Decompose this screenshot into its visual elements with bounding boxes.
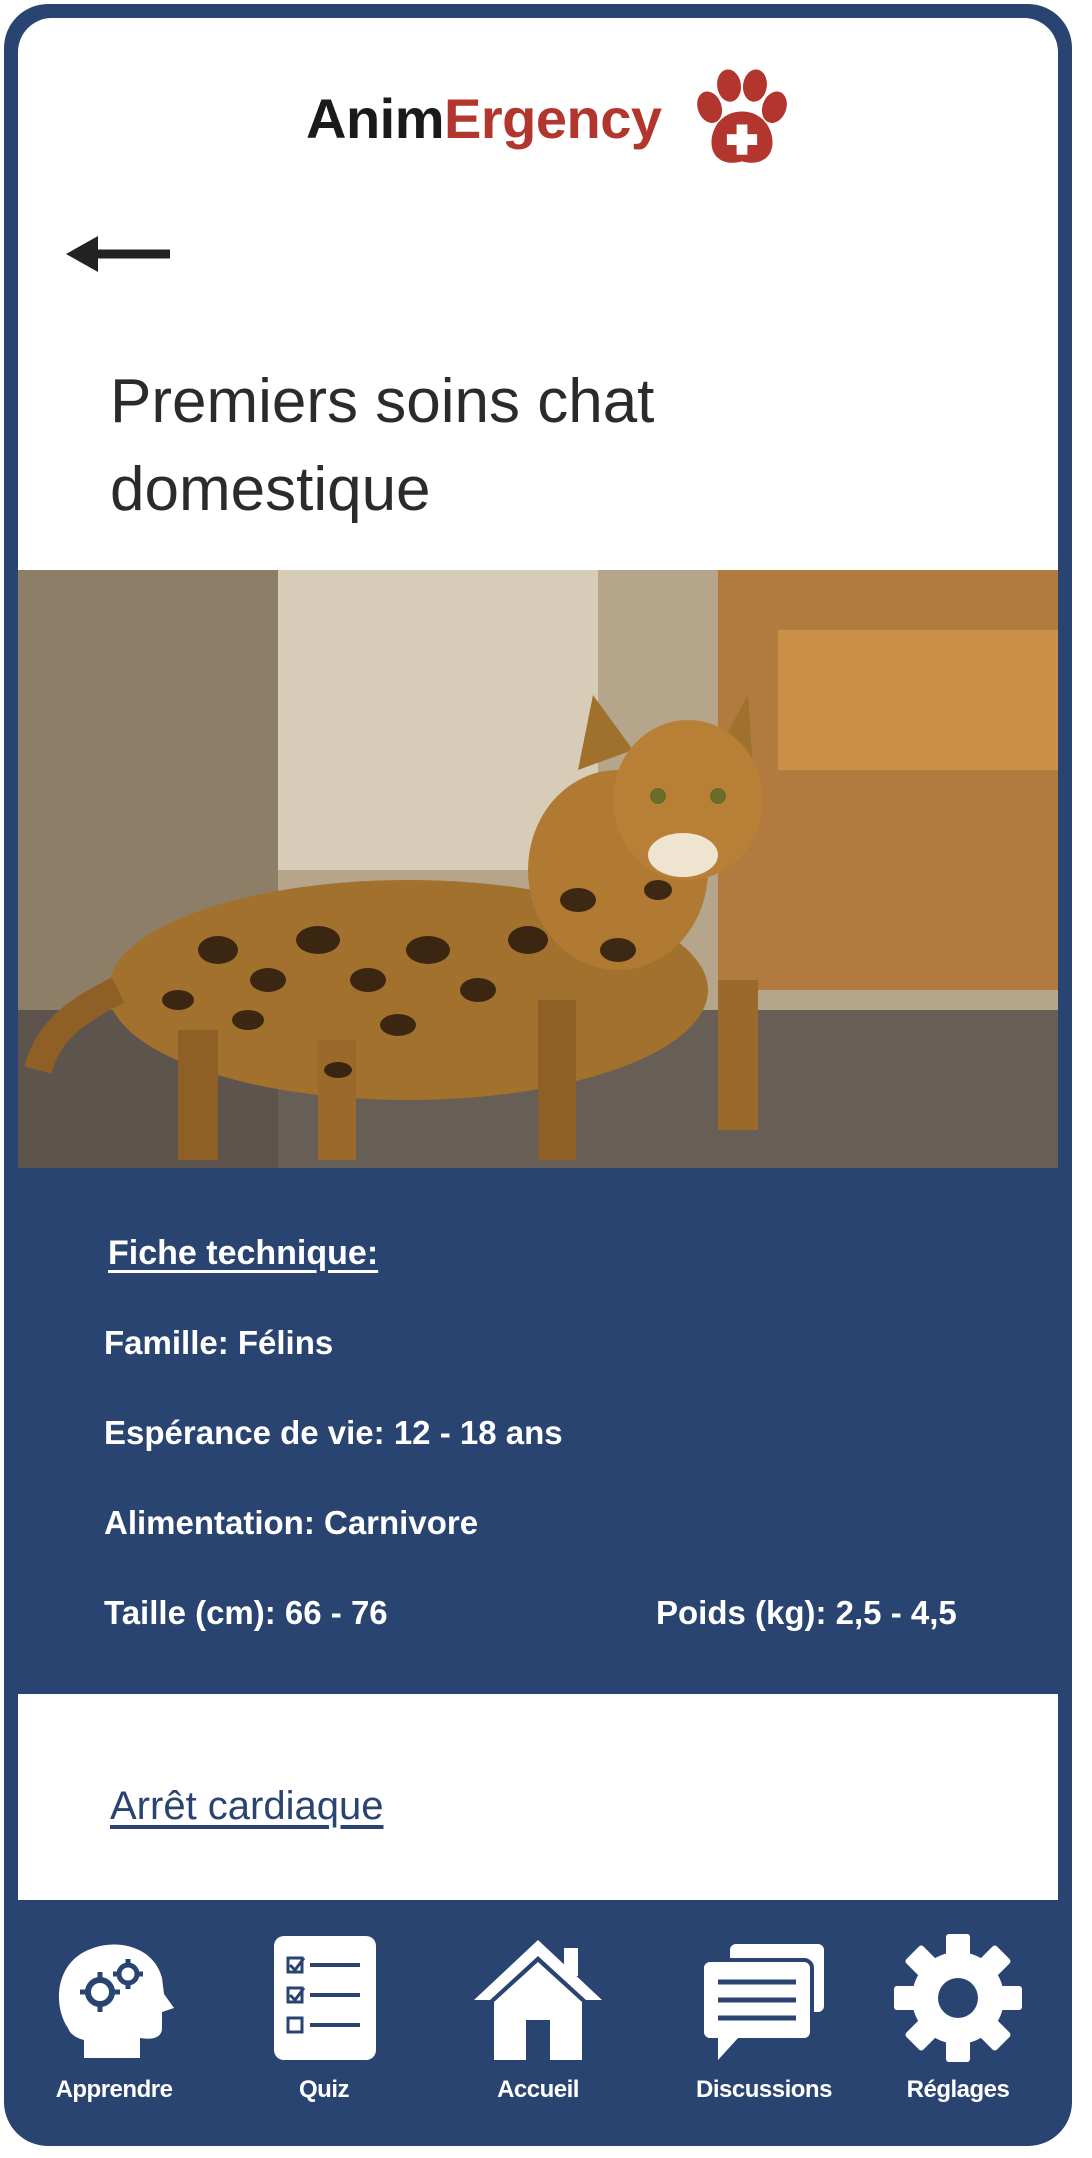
paw-cross-icon (696, 69, 787, 163)
nav-accueil[interactable]: Accueil (448, 1928, 628, 2104)
sheet-title: Fiche technique: (108, 1234, 379, 1272)
page-title: Premiers soins chat domestique (110, 367, 655, 524)
nav-accueil-label: Accueil (497, 2076, 579, 2103)
sheet-esperance: Espérance de vie: 12 - 18 ans (104, 1414, 563, 1451)
nav-reglages[interactable]: Réglages (868, 1928, 1048, 2104)
nav-quiz-label: Quiz (299, 2076, 350, 2103)
sheet-alimentation: Alimentation: Carnivore (104, 1504, 479, 1541)
brand-logo: AnimErgency (306, 58, 796, 178)
bottom-nav: Apprendre Quiz Accueil Discussions Régla… (18, 1900, 1058, 2146)
brand-name: AnimErgency (306, 86, 662, 150)
hero-cat-image (18, 570, 1058, 1168)
sheet-taille: Taille (cm): 66 - 76 (104, 1594, 388, 1631)
app-frame: AnimErgency Premiers soins chat domestiq… (4, 4, 1072, 2146)
arret-cardiaque-link[interactable]: Arrêt cardiaque (110, 1784, 383, 1829)
sheet-famille: Famille: Félins (104, 1324, 334, 1361)
nav-apprendre-label: Apprendre (55, 2076, 173, 2103)
brain-gears-icon (58, 1944, 174, 2058)
arrow-left-icon[interactable] (64, 224, 174, 284)
home-icon (474, 1940, 602, 2060)
gear-icon (894, 1934, 1022, 2062)
nav-quiz[interactable]: Quiz (234, 1928, 414, 2104)
nav-reglages-label: Réglages (906, 2076, 1010, 2103)
sheet-poids: Poids (kg): 2,5 - 4,5 (656, 1594, 957, 1631)
checklist-icon (274, 1936, 376, 2060)
header: AnimErgency Premiers soins chat domestiq… (18, 18, 1058, 570)
technical-sheet: Fiche technique: Famille: Félins Espéran… (18, 1168, 1058, 1694)
chat-bubbles-icon (700, 1940, 828, 2060)
nav-discussions-label: Discussions (696, 2076, 832, 2103)
nav-discussions[interactable]: Discussions (674, 1928, 854, 2104)
nav-apprendre[interactable]: Apprendre (24, 1928, 204, 2104)
section-list: Arrêt cardiaque (18, 1694, 1058, 1900)
